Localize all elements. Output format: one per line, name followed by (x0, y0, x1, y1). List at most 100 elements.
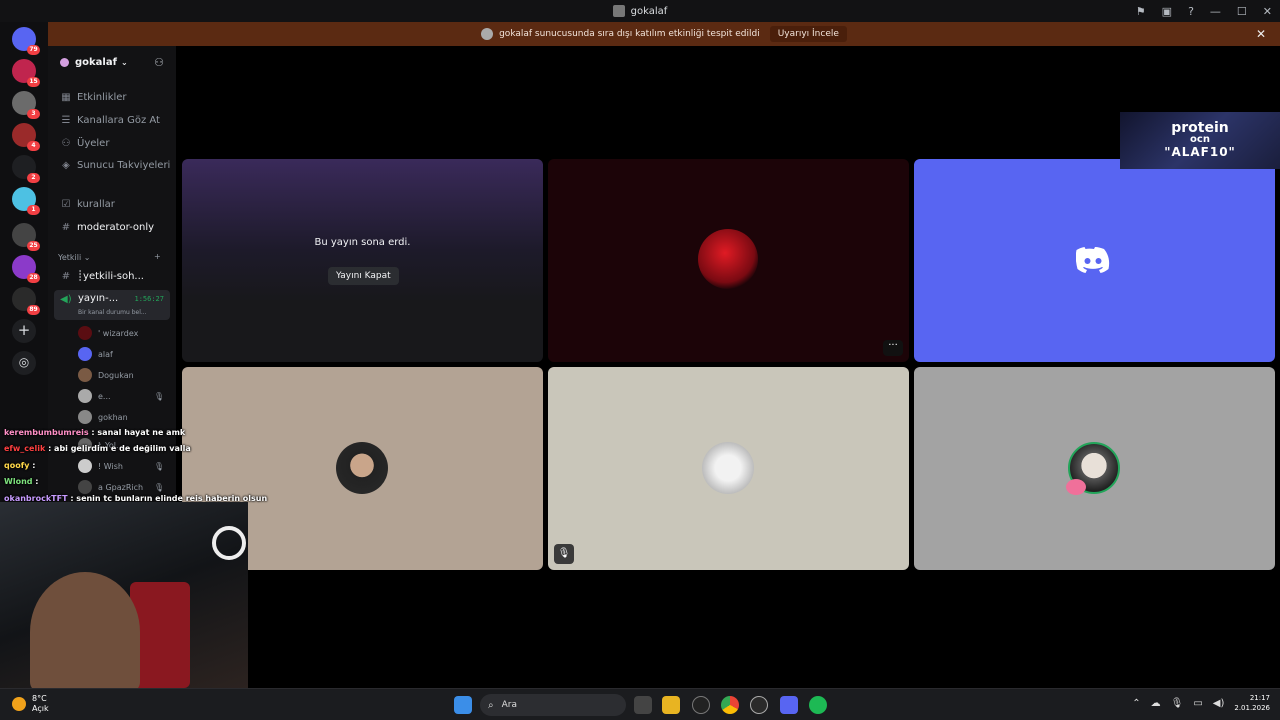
sponsor-overlay: protein ocn "ALAF10" (1120, 112, 1280, 169)
more-options-button[interactable]: ··· (883, 340, 903, 356)
chat-text: : sanal hayat ne amk (88, 428, 186, 437)
server-header[interactable]: gokalaf ⌄ ⚇ (48, 46, 176, 78)
hash-icon: # (61, 271, 71, 282)
help-icon[interactable]: ? (1188, 5, 1194, 18)
stream-tile-ended[interactable]: Bu yayın sona erdi. Yayını Kapat (182, 159, 543, 362)
rose-image (698, 229, 758, 289)
search-placeholder: Ara (501, 700, 517, 710)
user-tile-discord[interactable] (914, 159, 1275, 362)
server-icon (60, 57, 69, 67)
server-avatar-icon (481, 28, 494, 40)
app-icon[interactable] (692, 696, 710, 714)
channel-label: kurallar (77, 199, 115, 210)
chatgpt-icon[interactable] (750, 696, 768, 714)
weather-widget[interactable]: 8°C Açık (12, 694, 49, 714)
voice-channel-active[interactable]: ◀) yayın-... 1:56:27 Bir kanal durumu be… (54, 290, 170, 320)
eye-icon[interactable]: 2 (12, 155, 40, 183)
chat-user: efw_celik (4, 444, 46, 453)
channel-yetkili-sohbet[interactable]: # ┊yetkili-soh... (60, 271, 144, 282)
network-icon[interactable]: ▭ (1193, 698, 1202, 709)
chrome-icon[interactable] (721, 696, 739, 714)
search-icon: ⌕ (488, 699, 494, 711)
stream-ended-text: Bu yayın sona erdi. (314, 237, 411, 248)
review-warning-button[interactable]: Uyarıyı İncele (769, 26, 847, 42)
badge: 4 (27, 141, 40, 151)
chevron-up-icon[interactable]: ⌃ (1132, 698, 1140, 709)
voice-timer: 1:56:27 (134, 295, 164, 303)
guild-icon[interactable]: 15 (12, 59, 40, 87)
discord-icon[interactable] (780, 696, 798, 714)
add-server-icon[interactable]: + (12, 319, 36, 343)
discover-icon[interactable]: ◎ (12, 351, 36, 375)
chat-message: qoofy : (4, 461, 35, 470)
voice-user[interactable]: ' wizardex (78, 326, 138, 340)
voice-user[interactable]: Dogukan (78, 368, 134, 382)
taskbar: 8°C Açık ⌕ Ara ⌃ ☁ 🎙 ▭ ◀) 21:17 2.01.202… (0, 688, 1280, 720)
sponsor-line: protein (1171, 120, 1229, 136)
sponsor-code: "ALAF10" (1164, 145, 1236, 159)
direct-messages-icon[interactable]: 79 (12, 27, 40, 55)
minimize-button[interactable]: — (1210, 5, 1221, 18)
guild-icon[interactable]: 28 (12, 255, 40, 283)
menu-label: Kanallara Göz At (77, 115, 160, 126)
spotify-icon[interactable] (809, 696, 827, 714)
channel-rules[interactable]: ☑ kurallar (60, 199, 115, 210)
user-name: ' wizardex (98, 328, 139, 338)
close-window-button[interactable]: ✕ (1263, 5, 1272, 18)
clock[interactable]: 21:17 2.01.2026 (1234, 693, 1270, 713)
title-bar: gokalaf ⚑ ▣ ? — ☐ ✕ (0, 0, 1280, 22)
window-title: gokalaf (630, 5, 668, 17)
category-label: Yetkili (58, 253, 82, 262)
task-view-icon[interactable] (634, 696, 652, 714)
voice-status: Bir kanal durumu bel... (78, 309, 147, 316)
channel-moderator-only[interactable]: # moderator-only (60, 222, 154, 233)
close-stream-button[interactable]: Yayını Kapat (328, 267, 399, 285)
user-tile[interactable]: 🎙 (548, 367, 909, 570)
voice-stage: Bu yayın sona erdi. Yayını Kapat ··· 🎙 p… (176, 46, 1280, 688)
server-name: gokalaf (75, 56, 117, 68)
voice-user[interactable]: alaf (78, 347, 113, 361)
file-explorer-icon[interactable] (662, 696, 680, 714)
guild-icon-gokalaf[interactable]: 25 (12, 223, 40, 251)
guild-icon[interactable]: 3 (12, 91, 40, 119)
chat-message: efw_celik : abi gelirdim e de değilim va… (4, 444, 191, 453)
warning-banner: gokalaf sunucusunda sıra dışı katılım et… (48, 22, 1280, 46)
add-channel-icon[interactable]: + (154, 252, 161, 261)
title-bar-controls: ⚑ ▣ ? — ☐ ✕ (1136, 0, 1272, 22)
badge: 2 (27, 173, 40, 183)
chat-message: Wlond : (4, 477, 38, 486)
menu-label: Üyeler (77, 138, 110, 149)
channel-label: moderator-only (77, 222, 155, 233)
close-icon[interactable]: ✕ (1256, 27, 1266, 41)
cloud-icon[interactable]: ☁ (1151, 698, 1161, 709)
user-tile[interactable] (914, 367, 1275, 570)
inbox-icon[interactable]: ▣ (1162, 5, 1172, 18)
volume-icon[interactable]: ◀) (1213, 698, 1225, 709)
stream-tile-red[interactable]: ··· (548, 159, 909, 362)
maximize-button[interactable]: ☐ (1237, 5, 1247, 18)
menu-members[interactable]: ⚇ Üyeler (60, 138, 110, 149)
voice-user[interactable]: e... 🎙 (78, 389, 164, 403)
menu-label: Etkinlikler (77, 92, 127, 103)
menu-events[interactable]: ▦ Etkinlikler (60, 92, 127, 103)
search-box[interactable]: ⌕ Ara (480, 694, 626, 716)
clock-date: 2.01.2026 (1234, 704, 1270, 712)
start-icon[interactable] (454, 696, 472, 714)
avatar (78, 326, 92, 340)
muted-icon: 🎙 (154, 391, 165, 401)
invite-icon[interactable]: ⚇ (154, 56, 164, 69)
guild-icon[interactable]: 4 (12, 123, 40, 151)
menu-server-boosts[interactable]: ◈ Sunucu Takviyeleri (60, 160, 170, 171)
rules-icon: ☑ (61, 199, 71, 210)
badge: 25 (27, 241, 40, 251)
clock-time: 21:17 (1249, 694, 1270, 702)
boost-icon: ◈ (62, 160, 70, 171)
avatar-decoration (1066, 479, 1086, 495)
microphone-icon[interactable]: 🎙 (1171, 698, 1184, 709)
guild-icon[interactable]: 89 (12, 287, 40, 315)
voice-channel-name: yayın-... (78, 293, 119, 304)
menu-browse-channels[interactable]: ☰ Kanallara Göz At (60, 115, 160, 126)
category-yetkili[interactable]: Yetkili ⌄ + (58, 252, 161, 262)
flag-icon[interactable]: ⚑ (1136, 5, 1146, 18)
guild-icon[interactable]: 1 (12, 187, 40, 215)
